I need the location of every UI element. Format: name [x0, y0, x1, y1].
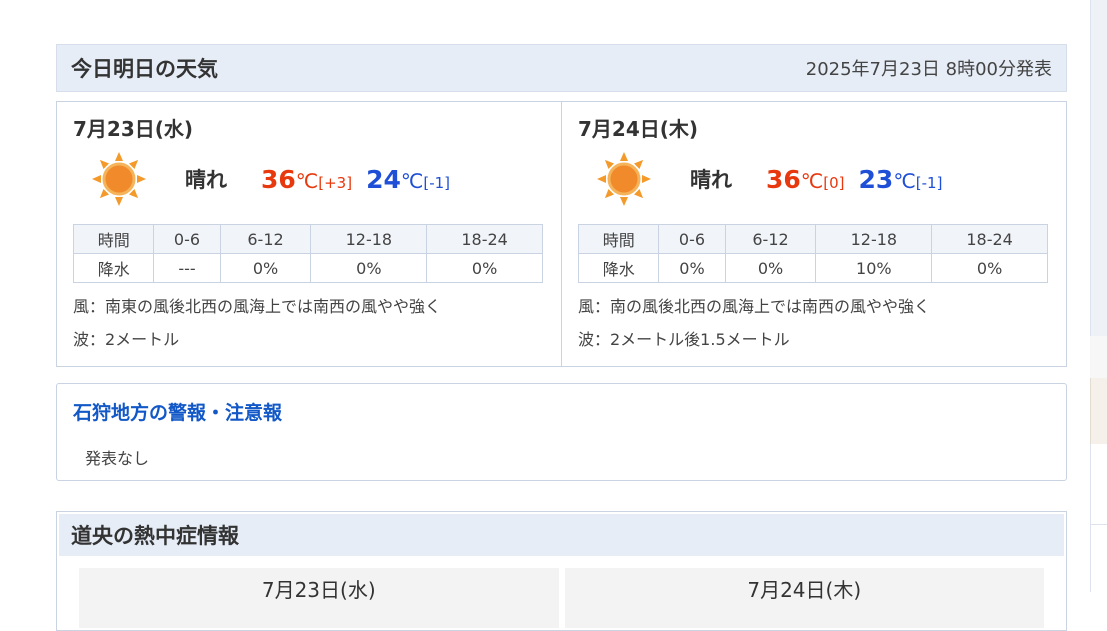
- heatstroke-box: 道央の熱中症情報 7月23日(水) 7月24日(木): [56, 511, 1067, 631]
- sidebar-panel: [1090, 524, 1107, 592]
- day-forecast-1: 7月23日(水) 晴れ 36℃[+3] 24℃[-1] 時間 0-6 6-12 …: [57, 102, 561, 366]
- heatstroke-days: 7月23日(水) 7月24日(木): [59, 568, 1064, 628]
- warnings-text: 発表なし: [85, 449, 150, 468]
- weather-row: 晴れ 36℃[+3] 24℃[-1]: [73, 148, 545, 210]
- issued-time: 2025年7月23日 8時00分発表: [805, 59, 1052, 80]
- sidebar-panel: [1090, 0, 1107, 336]
- weather-row: 晴れ 36℃[0] 23℃[-1]: [578, 148, 1050, 210]
- day-forecast-2: 7月24日(木) 晴れ 36℃[0] 23℃[-1] 時間 0-6 6-12 1…: [561, 102, 1066, 366]
- heatstroke-title: 道央の熱中症情報: [71, 524, 239, 548]
- warnings-box: 石狩地方の警報・注意報 発表なし: [56, 383, 1067, 481]
- main-content: 今日明日の天気 2025年7月23日 8時00分発表 7月23日(水) 晴れ 3…: [56, 44, 1067, 631]
- wind-info: 風：南の風後北西の風海上では南西の風やや強く: [578, 297, 931, 316]
- warnings-title-link[interactable]: 石狩地方の警報・注意報: [73, 398, 1050, 425]
- temp-low: 23℃[-1]: [858, 164, 943, 194]
- day-date: 7月24日(木): [578, 117, 699, 141]
- wave-info: 波：2メートル後1.5メートル: [578, 330, 790, 349]
- table-row: 降水 0% 0% 10% 0%: [577, 253, 1048, 283]
- page-title: 今日明日の天気: [71, 57, 218, 81]
- rain-table: 時間 0-6 6-12 12-18 18-24 降水 0% 0% 10% 0%: [577, 224, 1048, 283]
- forecast-header: 今日明日の天気 2025年7月23日 8時00分発表: [56, 44, 1067, 92]
- day-date: 7月23日(水): [73, 117, 194, 141]
- wind-info: 風：南東の風後北西の風海上では南西の風やや強く: [73, 297, 442, 316]
- sun-icon: [597, 152, 651, 206]
- table-row: 時間 0-6 6-12 12-18 18-24: [577, 224, 1048, 254]
- temp-low: 24℃[-1]: [366, 164, 451, 194]
- forecast-panel: 7月23日(水) 晴れ 36℃[+3] 24℃[-1] 時間 0-6 6-12 …: [56, 101, 1067, 367]
- weather-label: 晴れ: [185, 168, 227, 192]
- sun-icon: [92, 152, 146, 206]
- rain-table: 時間 0-6 6-12 12-18 18-24 降水 --- 0% 0% 0%: [72, 224, 543, 283]
- table-row: 時間 0-6 6-12 12-18 18-24: [72, 224, 543, 254]
- heatstroke-day-1: 7月23日(水): [79, 568, 559, 628]
- sidebar-panel: [1090, 444, 1107, 524]
- temp-high: 36℃[0]: [766, 164, 845, 194]
- wave-info: 波：2メートル: [73, 330, 180, 349]
- heatstroke-day-2: 7月24日(木): [564, 568, 1044, 628]
- sidebar-panel: [1090, 378, 1107, 444]
- temp-high: 36℃[+3]: [261, 164, 353, 194]
- table-row: 降水 --- 0% 0% 0%: [72, 253, 543, 283]
- weather-label: 晴れ: [690, 168, 732, 192]
- heatstroke-header: 道央の熱中症情報: [59, 514, 1064, 556]
